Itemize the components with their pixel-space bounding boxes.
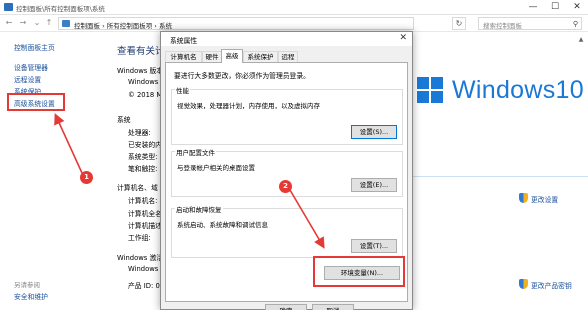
arrow-step-2	[289, 189, 325, 249]
annotation-arrows	[54, 113, 325, 249]
step-2-badge: 2	[279, 180, 292, 193]
tab-advanced[interactable]: 高级	[221, 49, 243, 63]
arrow-step-1	[54, 113, 83, 174]
step-1-badge: 1	[80, 171, 93, 184]
